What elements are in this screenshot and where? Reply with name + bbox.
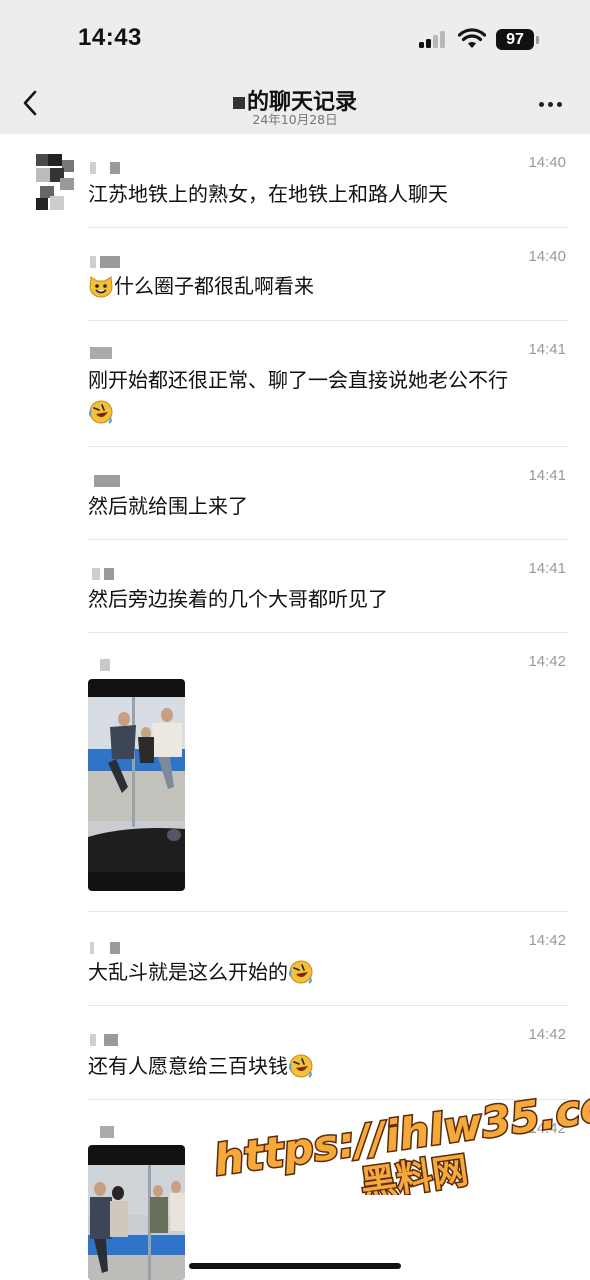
battery-tip [536, 36, 539, 44]
chat-message[interactable]: 14:42 [0, 1100, 590, 1280]
message-time: 14:41 [528, 341, 566, 358]
message-time: 14:42 [528, 653, 566, 670]
video-thumbnail[interactable] [88, 1145, 185, 1280]
chat-message[interactable]: 14:40 江苏地铁上的熟女，在地铁上和路人聊天 [0, 134, 590, 228]
message-time: 14:41 [528, 560, 566, 577]
chat-message[interactable]: 14:41 然后就给围上来了 [0, 447, 590, 540]
message-text: 江苏地铁上的熟女，在地铁上和路人聊天 [88, 182, 448, 206]
video-thumbnail[interactable] [88, 679, 185, 891]
chat-message[interactable]: 14:42 还有人愿意给三百块钱 [0, 1006, 590, 1100]
chat-message[interactable]: 14:42 [0, 633, 590, 912]
page-subtitle-date: 24年10月28日 [252, 112, 338, 127]
rolling-on-floor-laughing-emoji-icon [289, 1054, 313, 1078]
chat-message[interactable]: 14:40 什么圈子都很乱啊看来 [0, 228, 590, 321]
message-text: 大乱斗就是这么开始的 [88, 960, 288, 984]
message-text: 然后就给围上来了 [88, 494, 248, 518]
nav-bar: 的聊天记录 24年10月28日 [0, 72, 590, 134]
chat-message[interactable]: 14:41 然后旁边挨着的几个大哥都听见了 [0, 540, 590, 633]
message-time: 14:41 [528, 467, 566, 484]
message-text-line: 什么圈子都很乱啊看来 [88, 271, 570, 301]
message-time: 14:42 [528, 1120, 566, 1137]
cellular-signal-icon [419, 30, 449, 48]
redacted-name-mask [232, 97, 245, 109]
message-time: 14:40 [528, 154, 566, 171]
message-text-line: 大乱斗就是这么开始的 [88, 957, 570, 987]
chat-message[interactable]: 14:42 大乱斗就是这么开始的 [0, 912, 590, 1006]
rolling-on-floor-laughing-emoji-icon [89, 400, 113, 424]
video-frame-image [88, 697, 185, 872]
wifi-icon [458, 28, 486, 48]
message-text: 还有人愿意给三百块钱 [88, 1054, 288, 1078]
video-frame-image [88, 1165, 185, 1280]
avatar [36, 154, 74, 210]
message-text: 然后旁边挨着的几个大哥都听见了 [88, 587, 388, 611]
message-text: 刚开始都还很正常、聊了一会直接说她老公不行 [88, 368, 508, 392]
status-bar: 14:43 97 [0, 0, 590, 72]
message-time: 14:42 [528, 1026, 566, 1043]
chat-message[interactable]: 14:41 刚开始都还很正常、聊了一会直接说她老公不行 [0, 321, 590, 447]
message-time: 14:42 [528, 932, 566, 949]
status-time: 14:43 [78, 24, 142, 51]
message-text: 什么圈子都很乱啊看来 [114, 274, 314, 298]
home-indicator[interactable] [189, 1263, 401, 1269]
message-time: 14:40 [528, 248, 566, 265]
battery-indicator: 97 [496, 29, 534, 50]
message-text-line: 还有人愿意给三百块钱 [88, 1051, 570, 1081]
more-options-button[interactable] [536, 94, 566, 114]
rolling-on-floor-laughing-emoji-icon [289, 960, 313, 984]
grinning-cat-emoji-icon [89, 276, 113, 298]
